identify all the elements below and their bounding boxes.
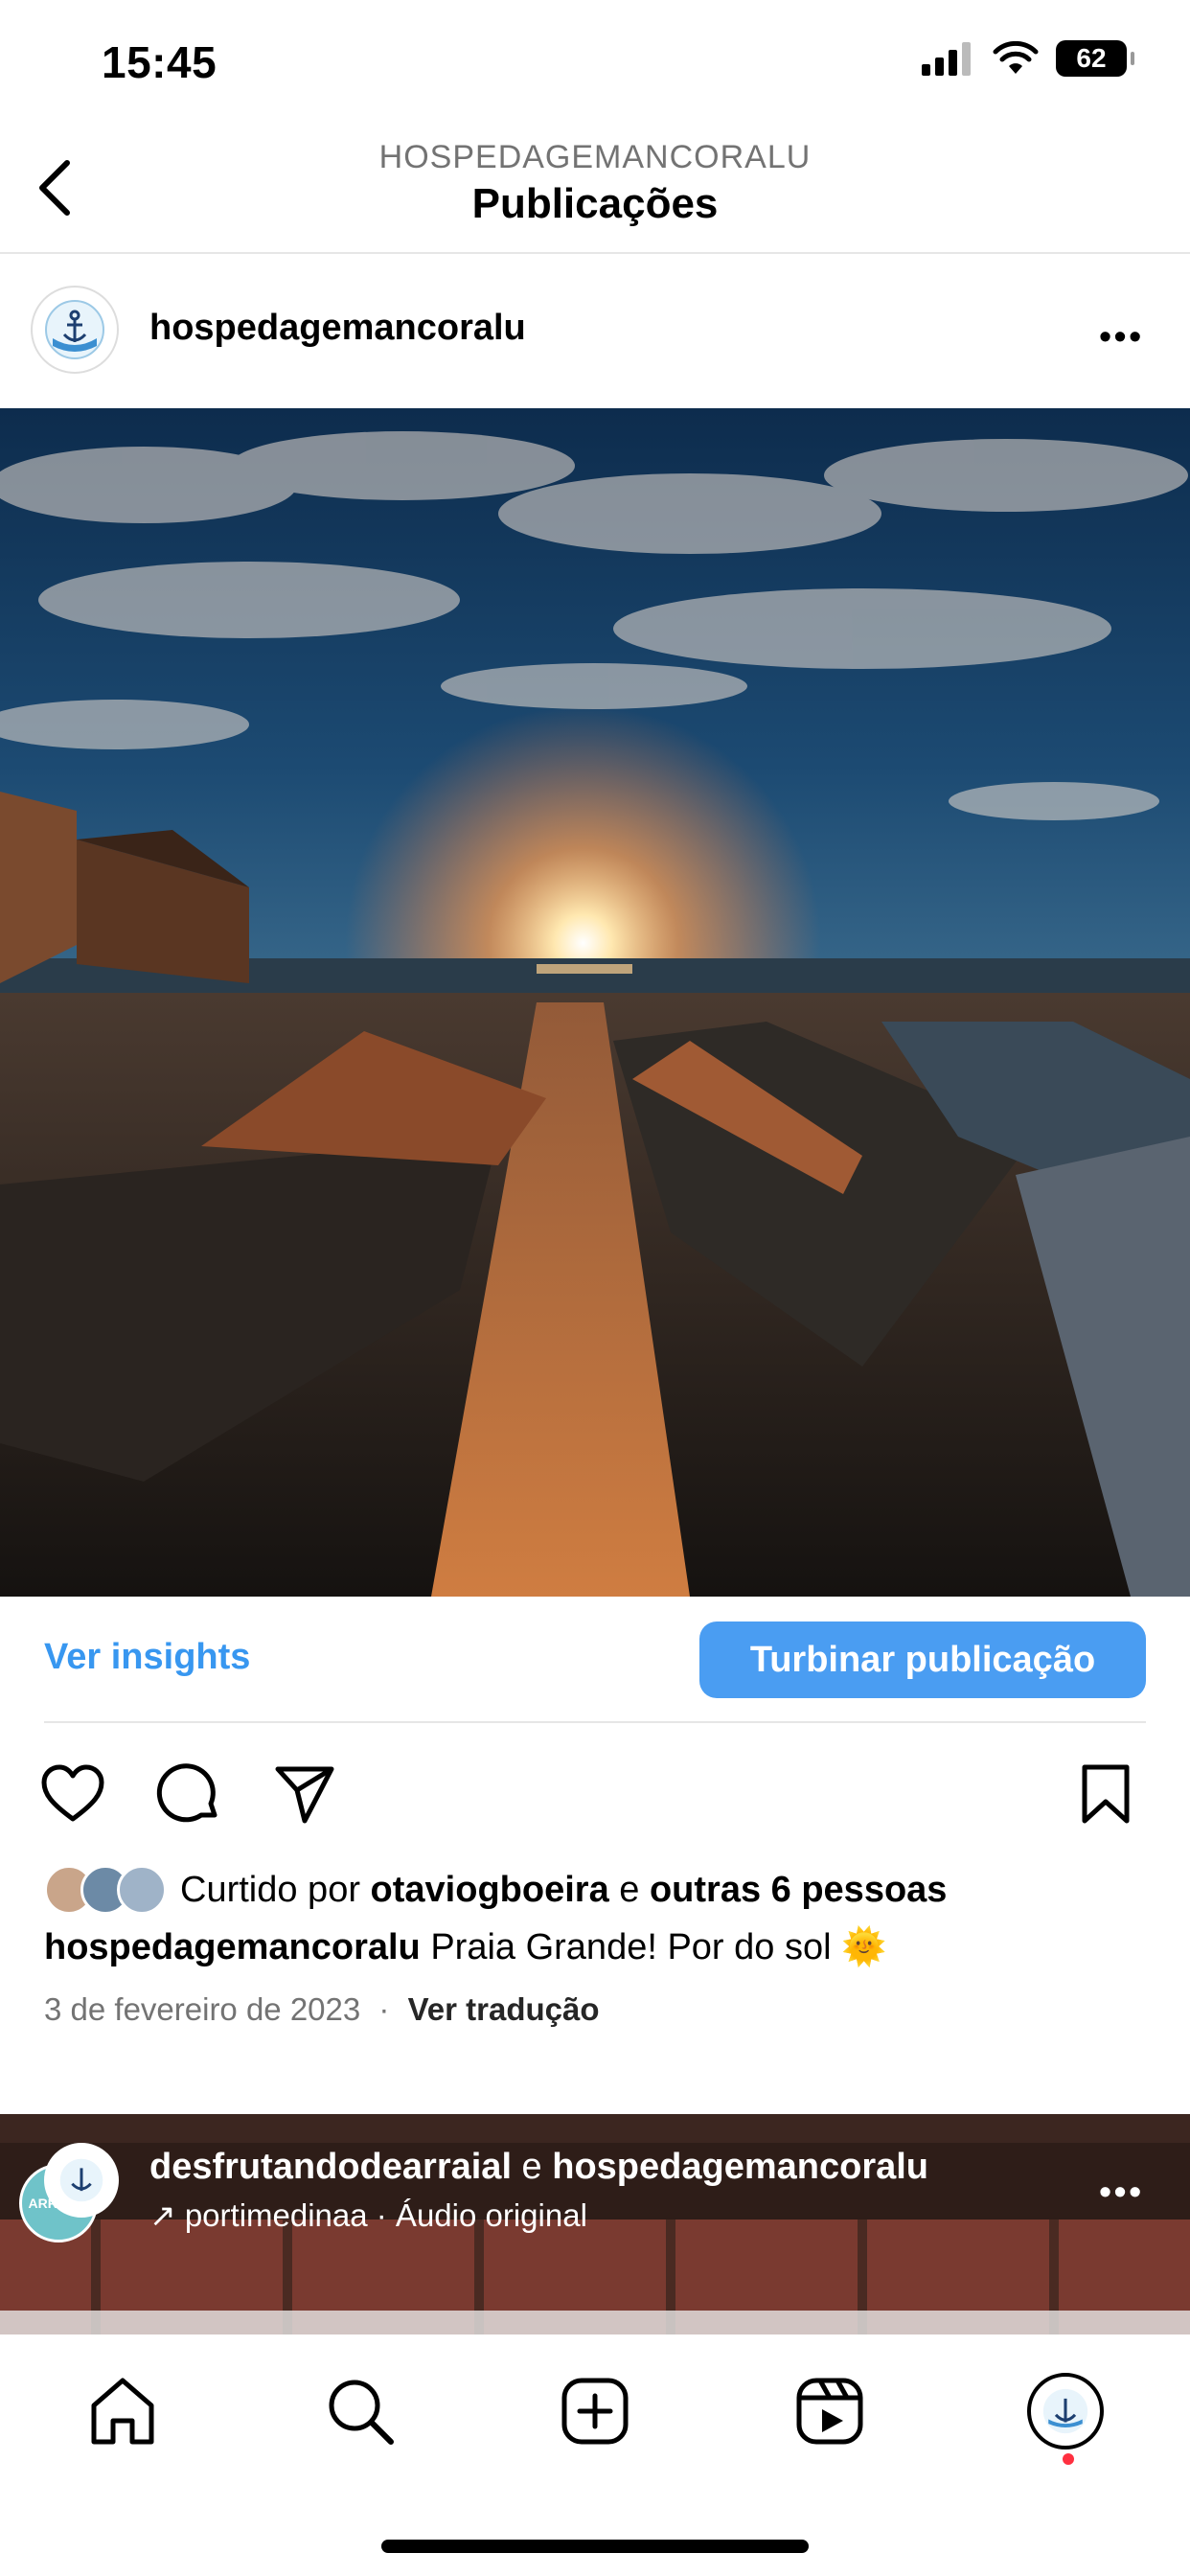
collab-avatar-2[interactable] — [44, 2143, 119, 2218]
search-icon[interactable] — [322, 2373, 399, 2450]
home-indicator — [381, 2540, 809, 2553]
meta-separator: · — [378, 1991, 390, 2027]
audio-label: · Áudio original — [367, 2197, 587, 2233]
avatar[interactable] — [31, 286, 119, 374]
reels-icon[interactable] — [791, 2373, 868, 2450]
insights-divider — [44, 1721, 1146, 1723]
liker-avatars — [44, 1865, 167, 1915]
audio-arrow-icon: ↗ — [149, 2197, 176, 2233]
likes-joiner: e — [608, 1869, 650, 1910]
likes-row[interactable]: Curtido por otaviogboeira e outras 6 pes… — [44, 1865, 947, 1915]
profile-icon[interactable] — [1027, 2373, 1104, 2450]
translate-link[interactable]: Ver tradução — [408, 1991, 600, 2027]
anchor-logo-icon — [59, 2158, 103, 2202]
bookmark-icon[interactable] — [1071, 1760, 1140, 1828]
signal-icon — [922, 42, 971, 76]
collab-joiner: e — [512, 2147, 553, 2187]
notification-dot — [1063, 2453, 1074, 2465]
audio-user: portimedinaa — [184, 2197, 368, 2233]
wifi-icon — [993, 41, 1039, 74]
likes-others[interactable]: outras 6 pessoas — [650, 1870, 947, 1911]
header-divider — [0, 252, 1190, 254]
anchor-logo-icon — [1042, 2388, 1088, 2434]
status-time: 15:45 — [102, 37, 217, 87]
post-image[interactable] — [0, 408, 1190, 1597]
boost-post-button[interactable]: Turbinar publicação — [699, 1622, 1146, 1698]
caption-username[interactable]: hospedagemancoralu — [44, 1927, 421, 1967]
header-username: HOSPEDAGEMANCORALU — [378, 139, 812, 175]
post-meta: 3 de fevereiro de 2023 · Ver tradução — [44, 1991, 600, 2028]
collab-user-2[interactable]: hospedagemancoralu — [552, 2147, 928, 2187]
comment-icon[interactable] — [155, 1760, 224, 1828]
collab-usernames[interactable]: desfrutandodearraial e hospedagemancoral… — [149, 2147, 928, 2188]
likes-user[interactable]: otaviogboeira — [371, 1870, 609, 1911]
share-icon[interactable] — [270, 1760, 339, 1828]
page-title: Publicações — [471, 180, 719, 227]
liker-avatar — [117, 1865, 167, 1915]
audio-line[interactable]: ↗ portimedinaa · Áudio original — [149, 2196, 587, 2234]
more-icon[interactable]: ••• — [1099, 316, 1144, 356]
battery-indicator: 62 — [1056, 40, 1134, 77]
status-icons: 62 — [922, 40, 1134, 77]
caption-text: Praia Grande! Por do sol 🌞 — [420, 1927, 887, 1967]
caption: hospedagemancoralu Praia Grande! Por do … — [44, 1926, 886, 1968]
post-username[interactable]: hospedagemancoralu — [149, 308, 526, 349]
anchor-logo-icon — [45, 300, 104, 359]
home-icon[interactable] — [84, 2373, 161, 2450]
create-icon[interactable] — [557, 2373, 633, 2450]
view-insights-link[interactable]: Ver insights — [44, 1637, 250, 1678]
beach-sunset-image — [0, 408, 1190, 1597]
post-date: 3 de fevereiro de 2023 — [44, 1991, 361, 2027]
collab-user-1[interactable]: desfrutandodearraial — [149, 2147, 512, 2187]
likes-prefix: Curtido por — [180, 1869, 371, 1910]
more-icon[interactable]: ••• — [1099, 2172, 1144, 2212]
heart-icon[interactable] — [38, 1760, 107, 1828]
